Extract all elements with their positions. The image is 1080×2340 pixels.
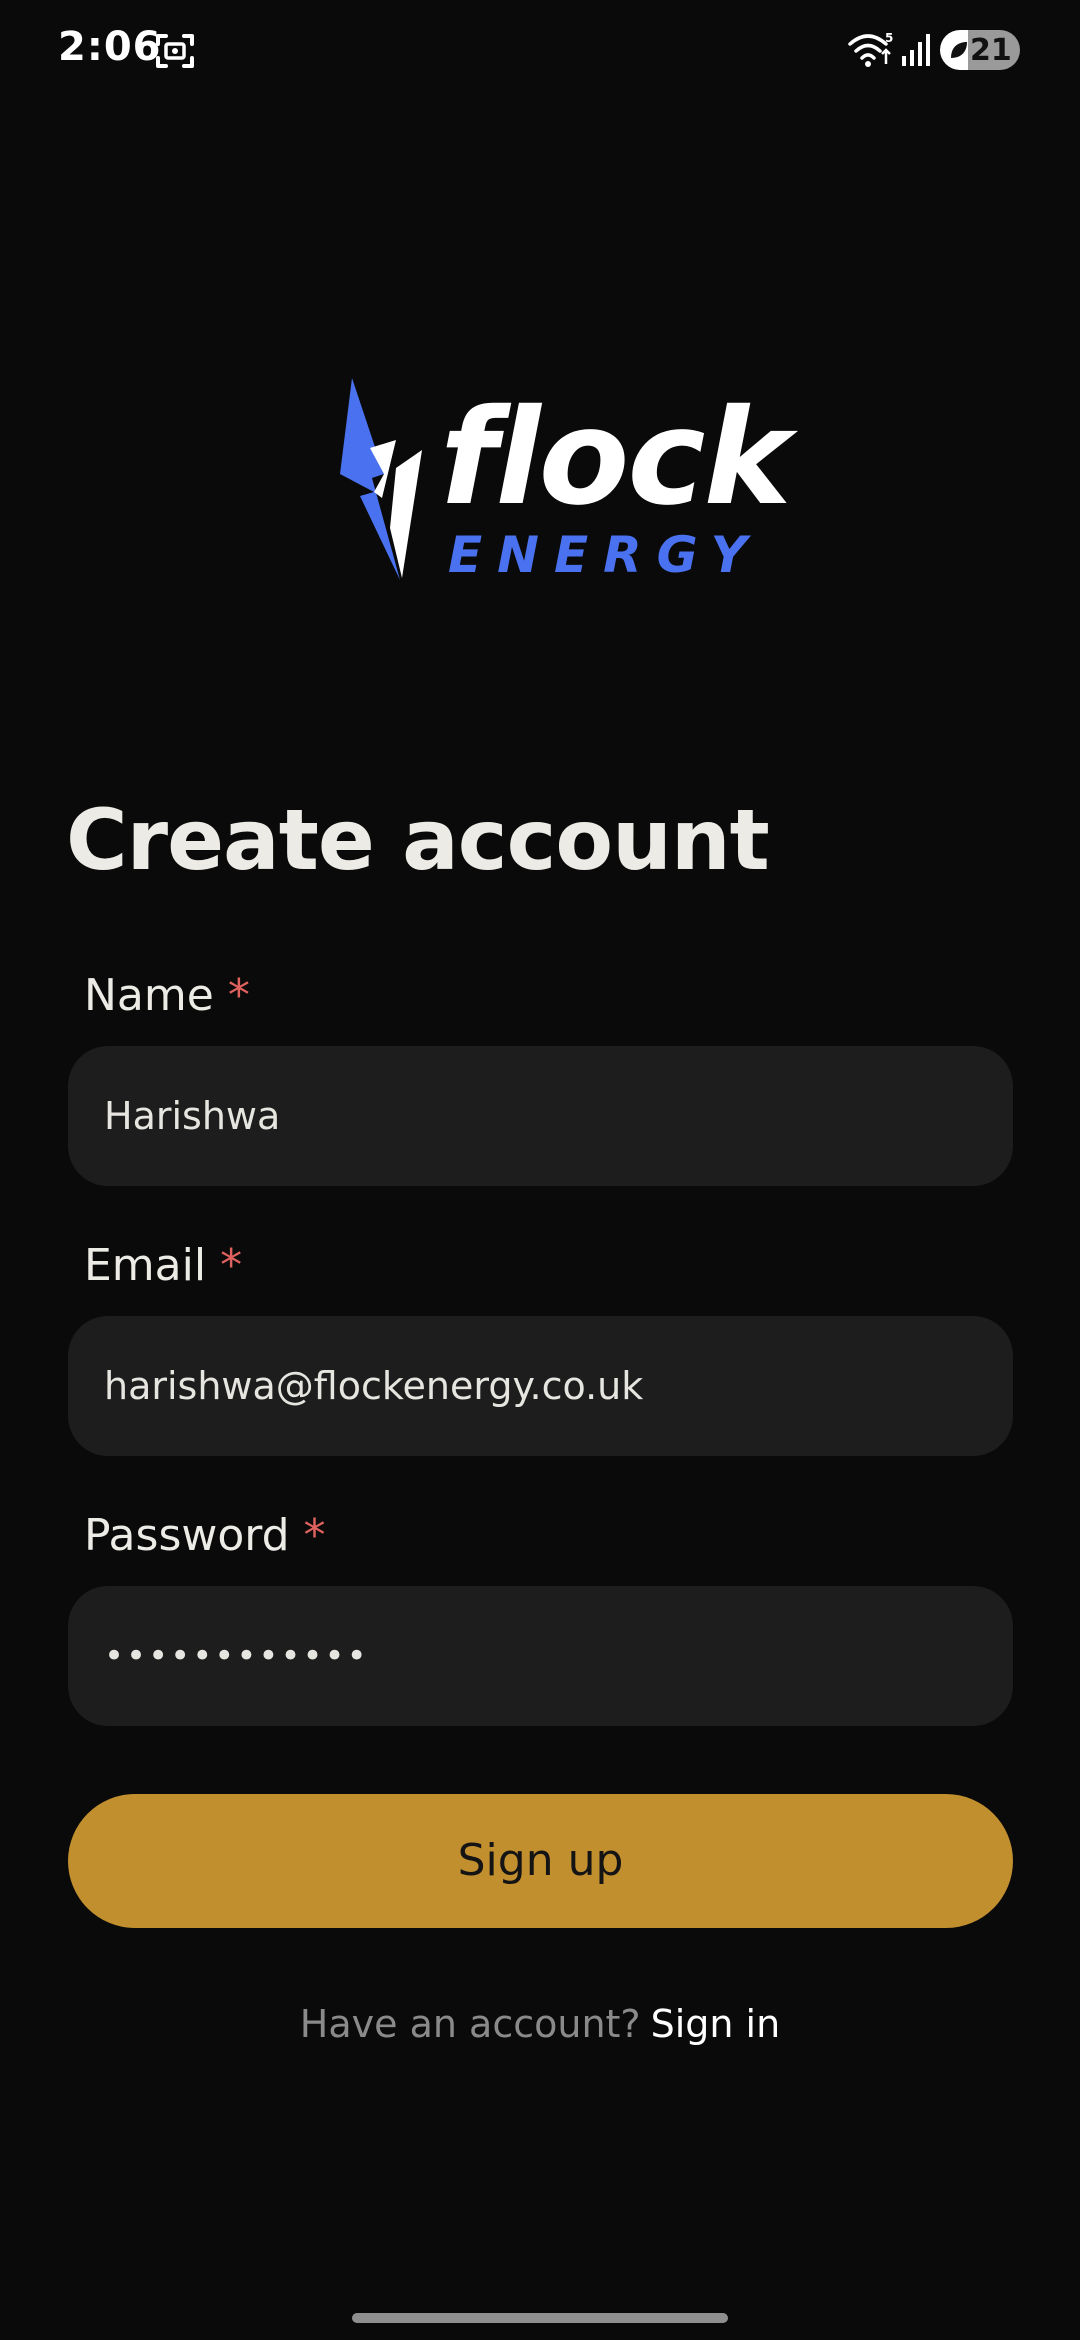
- name-label-text: Name: [84, 970, 214, 1021]
- required-marker: *: [303, 1510, 326, 1561]
- email-label-text: Email: [84, 1240, 207, 1291]
- page-title: Create account: [66, 791, 770, 889]
- logo-wordmark: flock: [440, 381, 791, 535]
- password-field[interactable]: ••••••••••••: [68, 1586, 1013, 1726]
- name-label: Name *: [84, 968, 250, 1024]
- screenshot-icon: [156, 34, 194, 68]
- required-marker: *: [227, 970, 250, 1021]
- battery-indicator: 21: [940, 30, 1020, 70]
- flock-energy-logo: flock ENERGY: [340, 378, 791, 600]
- battery-level: 21: [970, 33, 1012, 68]
- signup-button[interactable]: Sign up: [68, 1794, 1013, 1928]
- lightning-bolt-icon: [340, 378, 422, 580]
- battery-saver-icon: [951, 42, 967, 58]
- email-label: Email *: [84, 1238, 242, 1294]
- password-label: Password *: [84, 1508, 326, 1564]
- email-field[interactable]: harishwa@flockenergy.co.uk: [68, 1316, 1013, 1456]
- logo-subtitle: ENERGY: [448, 526, 762, 584]
- signin-link[interactable]: Sign in: [651, 2002, 781, 2046]
- home-indicator[interactable]: [352, 2313, 728, 2323]
- status-time: 2:06: [58, 24, 162, 70]
- name-value: Harishwa: [104, 1094, 281, 1138]
- svg-text:5: 5: [885, 31, 893, 45]
- password-value: ••••••••••••: [104, 1636, 369, 1676]
- required-marker: *: [220, 1240, 243, 1291]
- signin-prompt: Have an account? Sign in: [0, 1996, 1080, 2052]
- wifi-icon: 5: [848, 31, 893, 67]
- status-bar: 2:06 5 21: [0, 0, 1080, 100]
- email-value: harishwa@flockenergy.co.uk: [104, 1364, 644, 1408]
- have-account-text: Have an account?: [299, 2002, 641, 2046]
- password-label-text: Password: [84, 1510, 290, 1561]
- signal-icon: [902, 34, 930, 66]
- name-field[interactable]: Harishwa: [68, 1046, 1013, 1186]
